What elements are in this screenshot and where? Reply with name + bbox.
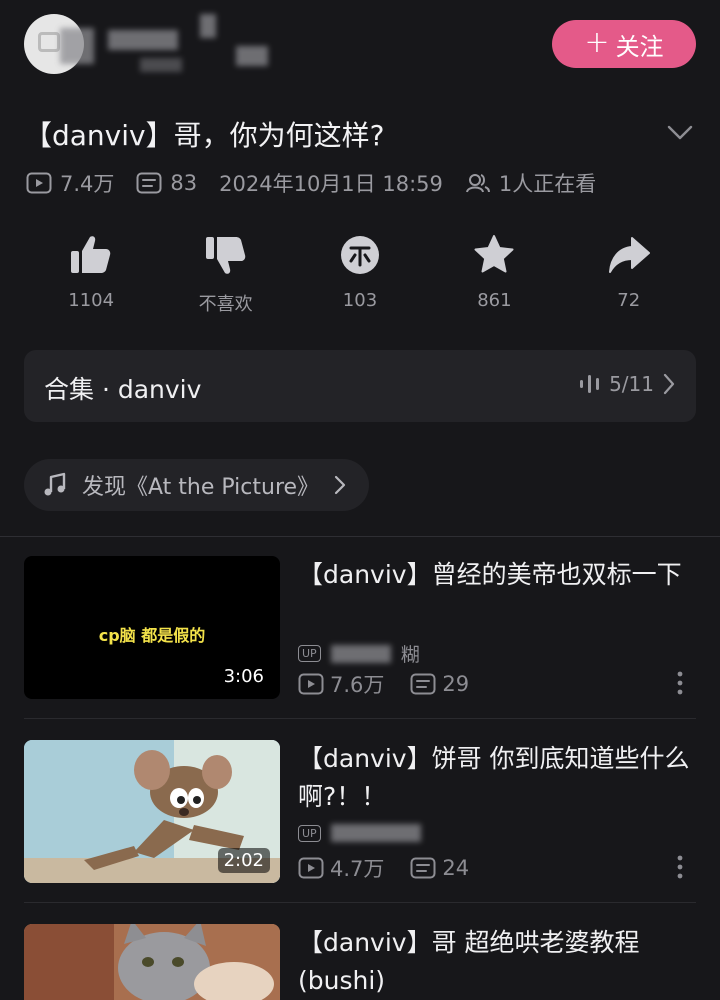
header: + 关注	[0, 0, 720, 100]
redacted-block	[200, 14, 216, 38]
redacted-block	[236, 46, 268, 66]
up-badge-icon: UP	[298, 824, 321, 842]
collection-bar[interactable]: 合集 · danviv 5/11	[24, 350, 696, 422]
video-thumbnail[interactable]	[24, 924, 280, 1000]
thumbs-up-icon	[71, 236, 111, 273]
uploader-row: UP	[298, 824, 421, 842]
video-meta: 7.4万 83 2024年10月1日 18:59 1人正在看	[26, 168, 596, 198]
coin-button[interactable]: 103	[293, 232, 427, 322]
coin-count: 103	[342, 290, 378, 311]
music-chip[interactable]: 发现《At the Picture》	[24, 459, 370, 511]
dislike-label: 不喜欢	[198, 294, 253, 315]
video-thumbnail[interactable]: cp脑 都是假的 3:06	[24, 556, 280, 699]
action-bar: 1104 不喜欢 103 861 72	[24, 232, 696, 322]
danmaku-icon	[136, 172, 162, 194]
redacted-block	[330, 644, 391, 663]
danmaku-icon	[410, 857, 436, 879]
video-stats: 7.6万 29	[298, 669, 469, 699]
video-title: 【danviv】曾经的美帝也双标一下	[298, 560, 682, 589]
play-count-icon	[26, 172, 52, 194]
redacted-block	[108, 30, 178, 50]
publish-time: 2024年10月1日 18:59	[219, 172, 443, 196]
thumbnail-caption: cp脑 都是假的	[98, 626, 206, 645]
coin-icon	[340, 236, 379, 274]
chevron-down-icon[interactable]	[666, 118, 694, 146]
chevron-right-icon	[663, 373, 675, 395]
video-title: 【danviv】饼哥 你到底知道些什么啊?！！	[298, 744, 690, 811]
more-options-icon[interactable]	[670, 852, 690, 882]
like-button[interactable]: 1104	[24, 232, 158, 322]
thumbs-down-icon	[205, 237, 245, 274]
tv-icon	[38, 32, 60, 52]
video-duration: 2:02	[217, 848, 270, 873]
redacted-block	[140, 58, 182, 72]
collection-progress: 5/11	[579, 372, 676, 396]
uploader-name: 糊	[400, 644, 420, 666]
follow-label: 关注	[615, 32, 664, 61]
danmaku-count: 83	[170, 171, 198, 195]
redacted-block	[60, 28, 94, 64]
video-thumbnail[interactable]: 2:02	[24, 740, 280, 883]
viewers-icon	[465, 174, 490, 193]
plus-icon: +	[584, 25, 610, 60]
redacted-block	[330, 824, 421, 842]
star-icon	[474, 235, 514, 273]
audio-bars-icon	[580, 375, 600, 393]
related-video-item[interactable]: 【danviv】哥 超绝哄老婆教程(bushi)	[0, 924, 720, 1000]
section-divider	[0, 536, 720, 537]
like-count: 1104	[68, 290, 115, 311]
view-count: 4.7万	[330, 857, 385, 881]
related-video-item[interactable]: 2:02 【danviv】饼哥 你到底知道些什么啊?！！ UP 4.7万 24	[0, 740, 720, 924]
danmaku-count: 29	[442, 672, 470, 696]
share-count: 72	[617, 290, 641, 311]
danmaku-count: 24	[442, 856, 470, 880]
music-note-icon	[44, 472, 66, 496]
video-title: 【danviv】哥，你为何这样?	[24, 119, 385, 152]
music-label: 发现《At the Picture》	[82, 475, 320, 500]
collection-index: 5/11	[609, 372, 654, 396]
video-duration: 3:06	[217, 664, 270, 689]
cat-image	[24, 924, 280, 1000]
list-divider	[24, 902, 696, 903]
uploader-row: UP 糊	[298, 640, 420, 667]
collection-label: 合集 · danviv	[44, 375, 202, 404]
dislike-button[interactable]: 不喜欢	[158, 232, 292, 322]
share-button[interactable]: 72	[562, 232, 696, 322]
favorite-count: 861	[477, 290, 512, 311]
more-options-icon[interactable]	[670, 668, 690, 698]
play-count-icon	[298, 857, 324, 879]
watching-count: 1人正在看	[498, 172, 597, 196]
view-count: 7.4万	[60, 172, 115, 196]
danmaku-icon	[410, 673, 436, 695]
list-divider	[24, 718, 696, 719]
view-count: 7.6万	[330, 673, 385, 697]
follow-button[interactable]: + 关注	[552, 20, 696, 68]
related-video-item[interactable]: cp脑 都是假的 3:06 【danviv】曾经的美帝也双标一下 UP 糊 7.…	[0, 556, 720, 740]
favorite-button[interactable]: 861	[427, 232, 561, 322]
up-badge-icon: UP	[298, 645, 321, 662]
video-title: 【danviv】哥 超绝哄老婆教程(bushi)	[298, 928, 640, 995]
share-icon	[608, 237, 650, 273]
play-count-icon	[298, 673, 324, 695]
chevron-right-icon	[334, 475, 346, 495]
video-stats: 4.7万 24	[298, 853, 469, 883]
